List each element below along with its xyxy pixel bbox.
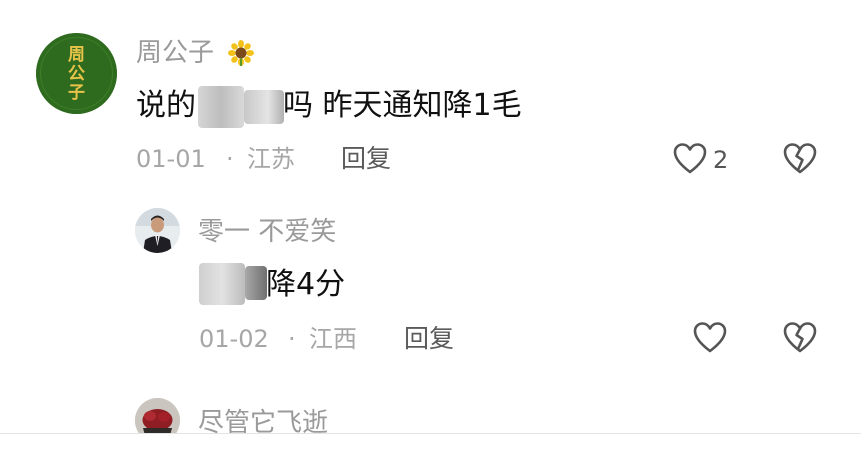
avatar-seal-image: 周 公 子 (36, 33, 117, 114)
blurred-text (199, 263, 245, 305)
svg-text:子: 子 (68, 83, 85, 103)
like-count: 2 (713, 146, 729, 174)
comment-text-end: 吗 昨天通知降1毛 (283, 88, 522, 123)
svg-text:周: 周 (68, 45, 85, 65)
reply-button[interactable]: 回复 (341, 146, 391, 171)
reply-text: 降4分 (266, 267, 346, 302)
avatar[interactable] (135, 208, 180, 253)
comment-thread: 周 公 子 周公子 说的 吗 昨天通知降1毛 01-01 · 江苏 回复 2 零… (0, 0, 861, 452)
reply-username[interactable]: 零一 不爱笑 (198, 219, 336, 245)
blurred-text (198, 86, 244, 128)
comment-text-start: 说的 (136, 88, 196, 123)
avatar-photo (135, 208, 180, 253)
bottom-bar (0, 434, 861, 452)
blurred-text (245, 266, 267, 300)
reply-button[interactable]: 回复 (404, 326, 454, 351)
avatar[interactable]: 周 公 子 (36, 33, 117, 114)
svg-text:公: 公 (68, 64, 85, 84)
blurred-text (244, 90, 284, 124)
heart-icon[interactable] (672, 141, 708, 177)
sunflower-icon (228, 40, 254, 66)
broken-heart-icon[interactable] (782, 320, 818, 356)
comment-username[interactable]: 周公子 (136, 40, 214, 66)
meta-separator: · (288, 325, 296, 353)
reply-date: 01-02 (199, 325, 269, 353)
meta-separator: · (226, 145, 234, 173)
heart-icon[interactable] (692, 320, 728, 356)
comment-location: 江苏 (247, 145, 295, 173)
broken-heart-icon[interactable] (782, 141, 818, 177)
reply-location: 江西 (309, 325, 357, 353)
comment-date: 01-01 (136, 145, 206, 173)
